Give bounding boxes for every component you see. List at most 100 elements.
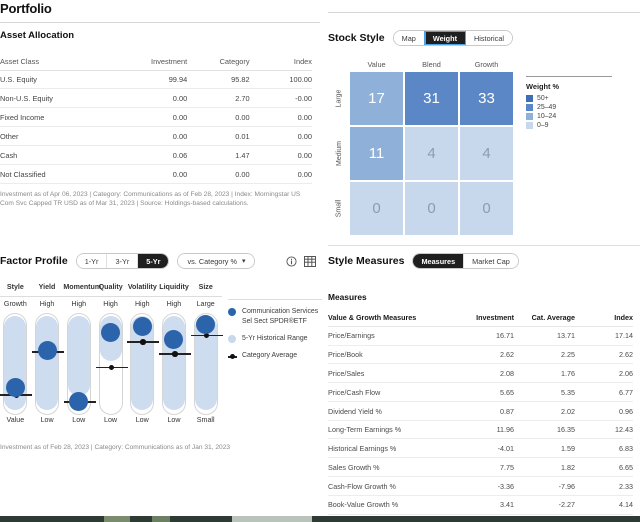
factor-column[interactable]: High Low [95, 300, 128, 428]
legend-label: 25–49 [537, 104, 557, 111]
style-box-cell[interactable]: 11 [350, 127, 403, 180]
factor-name: Style [6, 283, 24, 291]
factor-column[interactable]: Growth Value [0, 300, 33, 428]
tab-map[interactable]: Map [393, 31, 425, 45]
stock-style-bottom-divider [328, 245, 640, 246]
factor-legend-item: Communication Services Sel Sect SPDR®ETF [228, 307, 322, 327]
factor-profile-legend: Communication Services Sel Sect SPDR®ETF… [228, 299, 322, 368]
factor-track [158, 313, 191, 415]
factor-top-label: High [39, 300, 55, 308]
tab-historical[interactable]: Historical [466, 31, 513, 45]
category-average-marker [190, 333, 223, 338]
factor-profile-chart: Style Yield Momentum Quality Volatility Liqui… [0, 283, 322, 438]
style-box-cell[interactable]: 4 [405, 127, 458, 180]
legend-label: Communication Services Sel Sect SPDR®ETF [242, 308, 319, 325]
factor-legend-item: 5-Yr Historical Range [228, 334, 322, 344]
asset-allocation-footnote: Investment as of Apr 06, 2023 | Category… [0, 190, 301, 208]
asset-class-name: Not Classified [0, 164, 125, 184]
index-value: 4.14 [575, 495, 633, 515]
style-box-column-label: Blend [422, 60, 441, 69]
factor-profile-header: Factor Profile 1-Yr 3-Yr 5-Yr vs. Category… [0, 253, 320, 269]
tab-measures[interactable]: Measures [413, 254, 465, 268]
style-box-cell[interactable]: 17 [350, 72, 403, 125]
factor-profile-compare-select[interactable]: vs. Category % ▾ [177, 253, 256, 269]
style-box-column-labels: Value Blend Growth [350, 60, 640, 69]
factor-column[interactable]: High Low [127, 300, 160, 428]
style-box-cell[interactable]: 31 [405, 72, 458, 125]
right-column-divider [328, 12, 640, 13]
page-title: Portfolio [0, 1, 52, 16]
legend-swatch [526, 113, 533, 120]
factor-column[interactable]: Large Small [190, 300, 223, 428]
measure-name: Historical Earnings % [328, 438, 457, 459]
stock-style-header: Stock Style Map Weight Historical [328, 30, 640, 46]
measure-name: Price/Earnings [328, 326, 457, 346]
style-box-column-label: Growth [474, 60, 499, 69]
cat-average-value: -2.27 [514, 495, 576, 515]
category-value: 95.82 [187, 70, 250, 90]
weight-legend: Weight % 50+ 25–49 10–24 0–9 [526, 76, 636, 131]
cat-average-value: 1.59 [514, 438, 576, 459]
legend-swatch [526, 104, 533, 111]
investment-value: 3.41 [456, 495, 515, 515]
factor-column-header: Volatility [127, 283, 158, 295]
factor-column-header: Size [190, 283, 221, 295]
investment-marker [101, 322, 121, 342]
table-row: Sales Growth % 7.75 1.82 6.65 [328, 457, 633, 478]
stock-style-panel: Stock Style Map Weight Historical Value Ble… [328, 30, 640, 246]
investment-marker [37, 341, 57, 361]
investment-value: 0.00 [124, 107, 188, 128]
style-box-cell[interactable]: 0 [460, 182, 513, 235]
factor-name: Momentum [63, 283, 102, 291]
factor-name: Volatility [127, 283, 157, 291]
category-value: 0.01 [187, 126, 250, 147]
cat-average-value: 1.82 [514, 457, 576, 478]
measure-name: Long-Term Earnings % [328, 420, 457, 440]
legend-swatch [526, 95, 533, 102]
factor-column[interactable]: High Low [32, 300, 65, 428]
style-measures-tab-group[interactable]: Measures Market Cap [412, 253, 519, 269]
style-box-cell[interactable]: 0 [350, 182, 403, 235]
style-box-cell[interactable]: 33 [460, 72, 513, 125]
style-measures-header: Style Measures Measures Market Cap [328, 253, 640, 269]
factor-track [95, 313, 128, 415]
factor-top-label: High [71, 300, 87, 308]
asset-allocation-heading: Asset Allocation [0, 30, 75, 41]
tab-market-cap[interactable]: Market Cap [464, 254, 518, 268]
table-row: Price/Book 2.62 2.25 2.62 [328, 345, 633, 365]
investment-value: 0.00 [124, 88, 188, 109]
factor-column[interactable]: High Low [158, 300, 191, 428]
factor-profile-heading: Factor Profile [0, 255, 68, 267]
tab-3-yr[interactable]: 3-Yr [107, 254, 139, 268]
table-view-icon[interactable] [304, 254, 316, 272]
measure-name: Cash-Flow Growth % [328, 476, 457, 496]
stock-style-tab-group[interactable]: Map Weight Historical [392, 30, 514, 46]
table-row: Price/Sales 2.08 1.76 2.06 [328, 363, 633, 384]
style-box-chart: Value Blend Growth Large Medium Small 17 31 33… [328, 60, 640, 235]
factor-profile-period-tabs[interactable]: 1-Yr 3-Yr 5-Yr [75, 253, 170, 269]
info-icon[interactable] [286, 254, 297, 272]
tab-1-yr[interactable]: 1-Yr [76, 254, 108, 268]
index-value: 0.00 [249, 145, 312, 166]
index-value: 100.00 [249, 70, 312, 90]
style-box-row-label: Large [335, 89, 343, 108]
asset-allocation-table: Asset Class Investment Category Index U.… [0, 52, 312, 184]
column-header-measure: Value & Growth Measures [328, 308, 457, 327]
cat-average-value: 2.02 [514, 401, 576, 421]
table-row: Non-U.S. Equity 0.00 2.70 -0.00 [0, 88, 312, 109]
investment-value: 0.87 [456, 401, 515, 421]
index-value: 2.62 [575, 345, 633, 365]
factor-top-label: High [134, 300, 150, 308]
factor-name: Yield [38, 283, 56, 291]
tab-5-yr[interactable]: 5-Yr [138, 254, 169, 268]
style-box-cell[interactable]: 0 [405, 182, 458, 235]
table-row: Long-Term Earnings % 11.96 16.35 12.43 [328, 420, 633, 440]
tab-weight[interactable]: Weight [423, 31, 468, 45]
investment-value: 11.96 [456, 420, 515, 440]
asset-allocation-panel: Asset Allocation Asset Class Investment … [0, 30, 320, 209]
factor-column[interactable]: High Low [63, 300, 96, 428]
factor-name: Quality [98, 283, 123, 291]
style-box-cell[interactable]: 4 [460, 127, 513, 180]
screen-bottom-artifact [0, 516, 640, 522]
investment-marker [132, 316, 152, 336]
